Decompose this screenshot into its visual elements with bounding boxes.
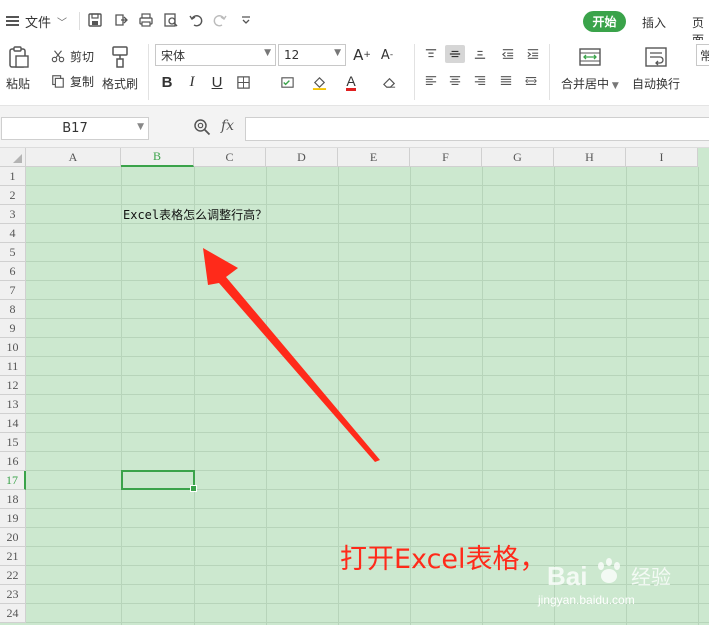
wrap-text-label: 自动换行 [632, 77, 681, 91]
font-name-value: 宋体 [161, 48, 186, 63]
align-left-icon[interactable] [421, 72, 441, 90]
cut-label: 剪切 [70, 49, 95, 64]
divider [549, 44, 550, 100]
scissors-icon [50, 48, 66, 64]
conditional-format-icon[interactable] [277, 72, 297, 92]
align-center-icon[interactable] [445, 72, 465, 90]
border-icon[interactable] [233, 72, 253, 92]
increase-indent-icon[interactable] [523, 45, 543, 63]
align-top-icon[interactable] [421, 45, 441, 63]
align-bottom-icon[interactable] [470, 45, 490, 63]
eraser-icon[interactable] [379, 72, 399, 92]
formula-input[interactable] [245, 117, 709, 141]
font-name-select[interactable]: 宋体 ▼ [155, 44, 276, 66]
merge-cells-icon [577, 44, 603, 70]
decrease-font-icon[interactable]: A- [377, 45, 397, 65]
align-middle-icon[interactable] [445, 45, 465, 63]
wrap-text-button[interactable]: 自动换行 [632, 44, 680, 92]
function-icon[interactable]: fx [221, 118, 234, 134]
redo-icon[interactable] [211, 11, 229, 29]
ribbon: 粘贴 剪切 复制 格式刷 宋体 ▼ 12 ▼ A + A- B I U A 合并… [0, 40, 709, 106]
annotation-caption: 打开Excel表格， [340, 544, 547, 575]
print-preview-icon[interactable] [162, 11, 180, 29]
decrease-indent-icon[interactable] [498, 45, 518, 63]
font-size-value: 12 [284, 48, 300, 62]
italic-icon[interactable]: I [182, 72, 202, 92]
font-color-icon[interactable]: A [341, 72, 361, 92]
file-menu[interactable]: 文件 ﹀ [6, 10, 67, 32]
print-icon[interactable] [137, 11, 155, 29]
copy-icon [50, 73, 66, 89]
bold-icon[interactable]: B [157, 72, 177, 92]
customize-toolbar-icon[interactable] [237, 11, 255, 29]
watermark-url: jingyan.baidu.com [538, 593, 635, 607]
cut-button[interactable]: 剪切 [50, 46, 94, 66]
merge-center-label: 合并居中 ▼ [561, 77, 619, 91]
name-box-value: B17 [62, 121, 88, 136]
merge-center-button[interactable]: 合并居中 ▼ [561, 44, 619, 92]
fill-color-icon[interactable] [309, 72, 329, 92]
format-painter-button[interactable]: 格式刷 [102, 44, 138, 92]
justify-icon[interactable] [496, 72, 516, 90]
divider [148, 44, 149, 100]
divider [79, 12, 80, 30]
underline-icon[interactable]: U [207, 72, 227, 92]
name-box[interactable]: B17 ▼ [1, 117, 149, 140]
file-menu-label: 文件 [25, 15, 52, 31]
zoom-icon[interactable] [193, 118, 211, 136]
undo-icon[interactable] [187, 11, 205, 29]
svg-text:Bai: Bai [547, 561, 587, 591]
format-painter-icon [107, 44, 133, 70]
copy-label: 复制 [70, 74, 95, 89]
distribute-icon[interactable] [521, 72, 541, 90]
chevron-down-icon: ▼ [137, 122, 144, 132]
export-icon[interactable] [112, 11, 130, 29]
wrap-text-icon [643, 44, 669, 70]
paste-icon [5, 44, 31, 70]
menu-bar: 文件 ﹀ 开始 插入 页面 [0, 0, 709, 47]
increase-font-icon[interactable]: A + [352, 45, 372, 65]
chevron-down-icon: ﹀ [57, 17, 68, 29]
chevron-down-icon: ▼ [334, 48, 341, 58]
save-icon[interactable] [86, 11, 104, 29]
paste-button[interactable]: 粘贴 [5, 44, 31, 92]
cell-style-value: 常 [700, 48, 709, 63]
format-painter-label: 格式刷 [102, 77, 139, 91]
align-right-icon[interactable] [470, 72, 490, 90]
divider [414, 44, 415, 100]
copy-button[interactable]: 复制 [50, 71, 94, 91]
tab-insert[interactable]: 插入 [642, 14, 666, 31]
tab-home[interactable]: 开始 [583, 11, 626, 32]
cell-style-select[interactable]: 常 [696, 44, 709, 66]
paste-label: 粘贴 [5, 77, 30, 91]
svg-text:经验: 经验 [631, 565, 671, 589]
hamburger-icon [6, 16, 19, 26]
chevron-down-icon: ▼ [264, 48, 271, 58]
font-size-select[interactable]: 12 ▼ [278, 44, 346, 66]
